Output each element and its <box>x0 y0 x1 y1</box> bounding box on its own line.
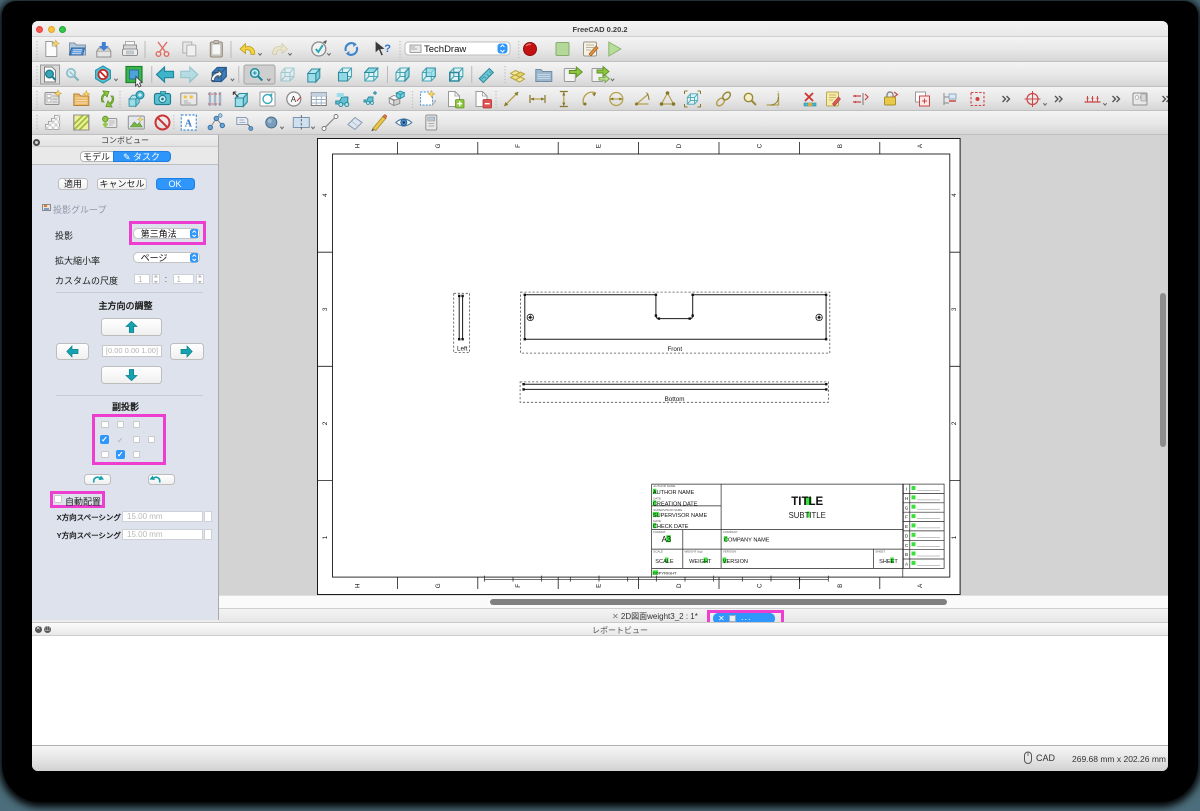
svg-text:Bottom: Bottom <box>664 396 684 403</box>
svg-text:B: B <box>836 584 843 588</box>
svg-text:E: E <box>905 524 908 529</box>
svg-text:AUTHOR NAME: AUTHOR NAME <box>653 484 675 488</box>
svg-text:A3: A3 <box>661 535 671 544</box>
svg-text:I: I <box>906 487 907 492</box>
svg-text:E: E <box>595 144 602 148</box>
svg-text:SCALE: SCALE <box>655 559 674 565</box>
svg-text:WEIGHT (kg): WEIGHT (kg) <box>684 550 702 554</box>
svg-text:SHEET: SHEET <box>875 550 885 554</box>
svg-text:SUBTITLE: SUBTITLE <box>788 511 825 520</box>
svg-text:D: D <box>676 144 683 149</box>
svg-text:Left: Left <box>457 346 468 353</box>
svg-text:3: 3 <box>951 307 958 311</box>
svg-text:F: F <box>905 515 908 520</box>
svg-text:AUTHOR NAME: AUTHOR NAME <box>653 490 695 496</box>
svg-text:WEIGHT: WEIGHT <box>689 559 712 565</box>
svg-text:1: 1 <box>322 536 329 540</box>
svg-text:G: G <box>904 506 908 511</box>
svg-text:SUPERVISOR NAME: SUPERVISOR NAME <box>653 508 682 512</box>
svg-text:Front: Front <box>667 346 682 353</box>
svg-text:DATE: DATE <box>653 519 661 523</box>
svg-text:SUPERVISOR NAME: SUPERVISOR NAME <box>653 513 708 519</box>
svg-text:SCALE: SCALE <box>653 550 663 554</box>
svg-text:C: C <box>756 144 763 149</box>
svg-text:A: A <box>291 95 297 104</box>
svg-text:VERSION: VERSION <box>722 550 736 554</box>
svg-text:4: 4 <box>951 193 958 197</box>
svg-text:TITLE: TITLE <box>791 496 823 508</box>
svg-text:DATE: DATE <box>653 497 661 501</box>
svg-text:2: 2 <box>951 422 958 426</box>
svg-text:4: 4 <box>322 193 329 197</box>
svg-text:VERSION: VERSION <box>722 559 747 565</box>
svg-text:3: 3 <box>322 307 329 311</box>
svg-text:B: B <box>905 552 908 557</box>
svg-text:CREATION DATE: CREATION DATE <box>653 502 698 508</box>
svg-text:TechDraw: TechDraw <box>424 44 466 55</box>
svg-text:F: F <box>515 584 522 588</box>
svg-text:D: D <box>676 583 683 588</box>
svg-text:1: 1 <box>951 536 958 540</box>
svg-text:C: C <box>756 583 763 588</box>
svg-text:FORMAT: FORMAT <box>653 530 666 534</box>
svg-text:COMPANY NAME: COMPANY NAME <box>724 538 770 544</box>
svg-text:E: E <box>595 584 602 588</box>
svg-text:H: H <box>905 496 908 501</box>
svg-text:2: 2 <box>322 422 329 426</box>
svg-text:COPYRIGHT: COPYRIGHT <box>652 571 676 576</box>
svg-text:F: F <box>515 144 522 148</box>
svg-text:B: B <box>836 144 843 148</box>
svg-text:COMPANY: COMPANY <box>722 530 737 534</box>
svg-text:G: G <box>434 584 441 589</box>
svg-text:H: H <box>354 144 361 148</box>
svg-text:?: ? <box>384 43 391 55</box>
svg-text:SHEET: SHEET <box>879 559 898 565</box>
svg-text:G: G <box>434 144 441 149</box>
svg-text:CHECK DATE: CHECK DATE <box>653 524 689 530</box>
svg-text:H: H <box>354 584 361 588</box>
